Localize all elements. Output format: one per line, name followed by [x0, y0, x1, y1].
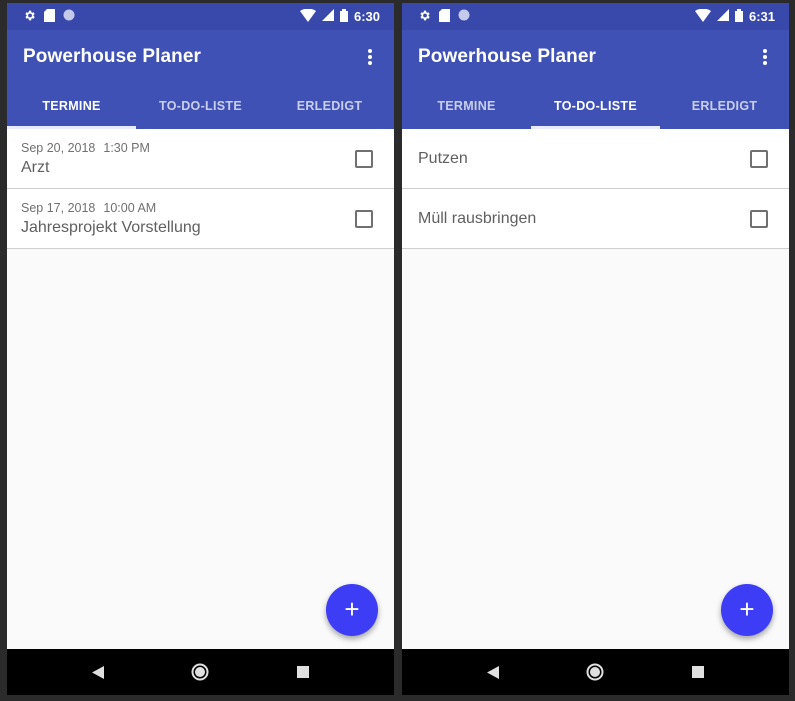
status-time: 6:31: [748, 9, 775, 24]
circle-icon: [458, 9, 470, 24]
done-checkbox[interactable]: [355, 209, 373, 228]
tab-to-do-liste[interactable]: TO-DO-LISTE: [136, 83, 265, 129]
more-vert-icon: [368, 48, 372, 65]
list-item[interactable]: Putzen: [402, 129, 789, 189]
recents-button[interactable]: [288, 657, 318, 687]
settings-icon: [418, 9, 431, 25]
list-item-datetime: Sep 17, 2018 10:00 AM: [21, 201, 201, 215]
settings-icon: [23, 9, 36, 25]
plus-icon: +: [739, 594, 755, 624]
list-item-title: Arzt: [21, 158, 50, 176]
recents-button[interactable]: [683, 657, 713, 687]
list-item[interactable]: Sep 17, 2018 10:00 AM Jahresprojekt Vorst…: [7, 189, 394, 249]
signal-icon: [321, 9, 334, 24]
recents-icon: [296, 666, 309, 678]
recents-icon: [691, 666, 704, 678]
list-item-date: Sep 20, 2018: [21, 140, 96, 155]
back-icon: [92, 665, 105, 679]
overflow-menu-button[interactable]: [755, 48, 775, 66]
more-vert-icon: [763, 48, 767, 65]
tab-bar: TERMINE TO-DO-LISTE ERLEDIGT: [7, 83, 394, 129]
appointment-list: Sep 20, 2018 1:30 PM Arzt Sep 17, 2018 10:…: [7, 129, 394, 249]
status-bar: 6:30: [7, 3, 394, 30]
battery-icon: [339, 8, 348, 25]
list-item-text: Sep 17, 2018 10:00 AM Jahresprojekt Vorst…: [21, 201, 201, 237]
list-item-text: Sep 20, 2018 1:30 PM Arzt: [21, 141, 150, 177]
status-time: 6:30: [353, 9, 380, 24]
overflow-menu-button[interactable]: [360, 48, 380, 66]
list-item-datetime: Sep 20, 2018 1:30 PM: [21, 141, 150, 155]
tab-to-do-liste[interactable]: TO-DO-LISTE: [531, 83, 660, 129]
system-nav-bar: [402, 649, 789, 695]
tab-erledigt[interactable]: ERLEDIGT: [265, 83, 394, 129]
app-title: Powerhouse Planer: [23, 45, 202, 67]
plus-icon: +: [344, 594, 360, 624]
list-item-time: 1:30 PM: [103, 140, 150, 155]
app-bar: Powerhouse Planer: [7, 30, 394, 83]
done-checkbox[interactable]: [750, 149, 768, 168]
list-item-time: 10:00 AM: [103, 200, 157, 215]
tab-erledigt[interactable]: ERLEDIGT: [660, 83, 789, 129]
system-nav-bar: [7, 649, 394, 695]
back-button[interactable]: [478, 657, 508, 687]
sd-card-icon: [439, 8, 450, 25]
done-checkbox[interactable]: [750, 209, 768, 228]
app-title: Powerhouse Planer: [418, 45, 597, 67]
sd-card-icon: [44, 8, 55, 25]
tab-termine[interactable]: TERMINE: [7, 83, 136, 129]
signal-icon: [716, 9, 729, 24]
list-item-title: Jahresprojekt Vorstellung: [21, 218, 201, 236]
home-button[interactable]: [185, 657, 215, 687]
add-button[interactable]: +: [326, 584, 378, 636]
back-icon: [487, 665, 500, 679]
list-item-date: Sep 17, 2018: [21, 200, 96, 215]
back-button[interactable]: [83, 657, 113, 687]
circle-icon: [63, 9, 75, 24]
tab-bar: TERMINE TO-DO-LISTE ERLEDIGT: [402, 83, 789, 129]
battery-icon: [734, 8, 743, 25]
phone-screen-to-do-liste: 6:31 Powerhouse Planer TERMINE TO-DO-LIS…: [402, 3, 789, 695]
done-checkbox[interactable]: [355, 149, 373, 168]
wifi-icon: [694, 8, 711, 25]
home-icon: [586, 663, 604, 681]
list-item[interactable]: Sep 20, 2018 1:30 PM Arzt: [7, 129, 394, 189]
wifi-icon: [299, 8, 316, 25]
add-button[interactable]: +: [721, 584, 773, 636]
list-item[interactable]: Müll rausbringen: [402, 189, 789, 249]
home-button[interactable]: [580, 657, 610, 687]
tab-termine[interactable]: TERMINE: [402, 83, 531, 129]
list-item-title: Müll rausbringen: [418, 209, 537, 227]
status-bar: 6:31: [402, 3, 789, 30]
phone-screen-termine: 6:30 Powerhouse Planer TERMINE TO-DO-LIS…: [7, 3, 394, 695]
todo-list: Putzen Müll rausbringen: [402, 129, 789, 249]
list-item-title: Putzen: [418, 149, 468, 167]
app-bar: Powerhouse Planer: [402, 30, 789, 83]
home-icon: [191, 663, 209, 681]
